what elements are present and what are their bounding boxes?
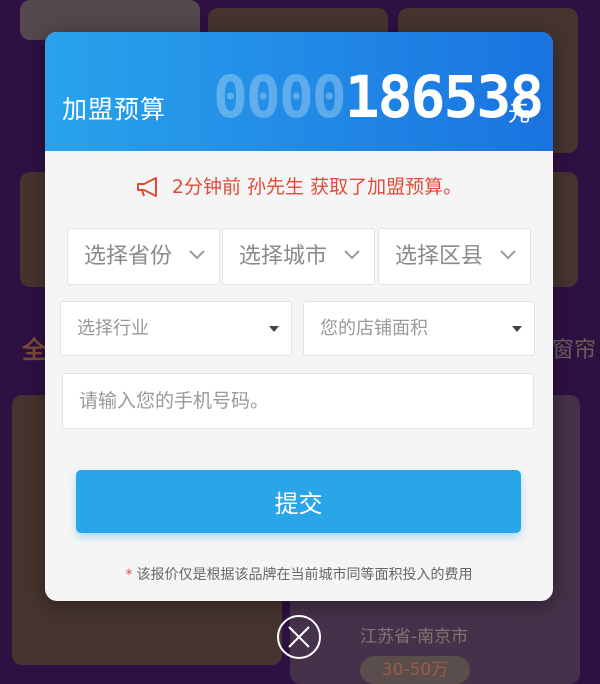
industry-select-label: 选择行业 <box>77 318 149 339</box>
budget-counter: 0000186538 <box>213 68 544 126</box>
background-heading: 全 <box>22 336 46 364</box>
price-disclaimer: * 该报价仅是根据该品牌在当前城市同等面积投入的费用 <box>45 564 553 584</box>
megaphone-icon <box>136 177 157 197</box>
industry-select[interactable]: 选择行业 <box>60 301 292 356</box>
caret-down-icon <box>269 326 279 332</box>
district-select[interactable]: 选择区县 <box>378 228 531 285</box>
modal-header: 加盟预算 0000186538 元 <box>45 32 553 151</box>
recent-activity-notice: 2分钟前 孙先生 获取了加盟预算。 <box>45 172 553 199</box>
store-area-select-label: 您的店铺面积 <box>320 318 428 339</box>
submit-button[interactable]: 提交 <box>76 470 521 533</box>
background-heading-right: 窗帘 <box>552 338 597 363</box>
background-location: 江苏省-南京市 <box>360 627 469 647</box>
phone-input[interactable] <box>62 373 534 429</box>
background-price: 30-50万 <box>360 656 470 684</box>
budget-unit: 元 <box>508 102 531 127</box>
city-select-label: 选择城市 <box>239 244 328 269</box>
budget-modal: 加盟预算 0000186538 元 2分钟前 孙先生 获取了加盟预算。 选择省份… <box>45 32 553 601</box>
budget-padding-digits: 0000 <box>213 63 347 131</box>
district-select-label: 选择区县 <box>395 244 484 269</box>
notice-text: 2分钟前 孙先生 获取了加盟预算。 <box>171 176 463 198</box>
budget-title: 加盟预算 <box>62 95 167 124</box>
store-area-select[interactable]: 您的店铺面积 <box>303 301 535 356</box>
disclaimer-text: 该报价仅是根据该品牌在当前城市同等面积投入的费用 <box>136 567 473 583</box>
caret-down-icon <box>512 326 522 332</box>
province-select-label: 选择省份 <box>84 244 173 269</box>
province-select[interactable]: 选择省份 <box>67 228 220 285</box>
close-icon[interactable] <box>276 614 322 660</box>
chevron-down-icon <box>189 250 205 260</box>
disclaimer-star: * <box>125 567 133 583</box>
chevron-down-icon <box>344 250 360 260</box>
chevron-down-icon <box>500 250 516 260</box>
city-select[interactable]: 选择城市 <box>222 228 375 285</box>
